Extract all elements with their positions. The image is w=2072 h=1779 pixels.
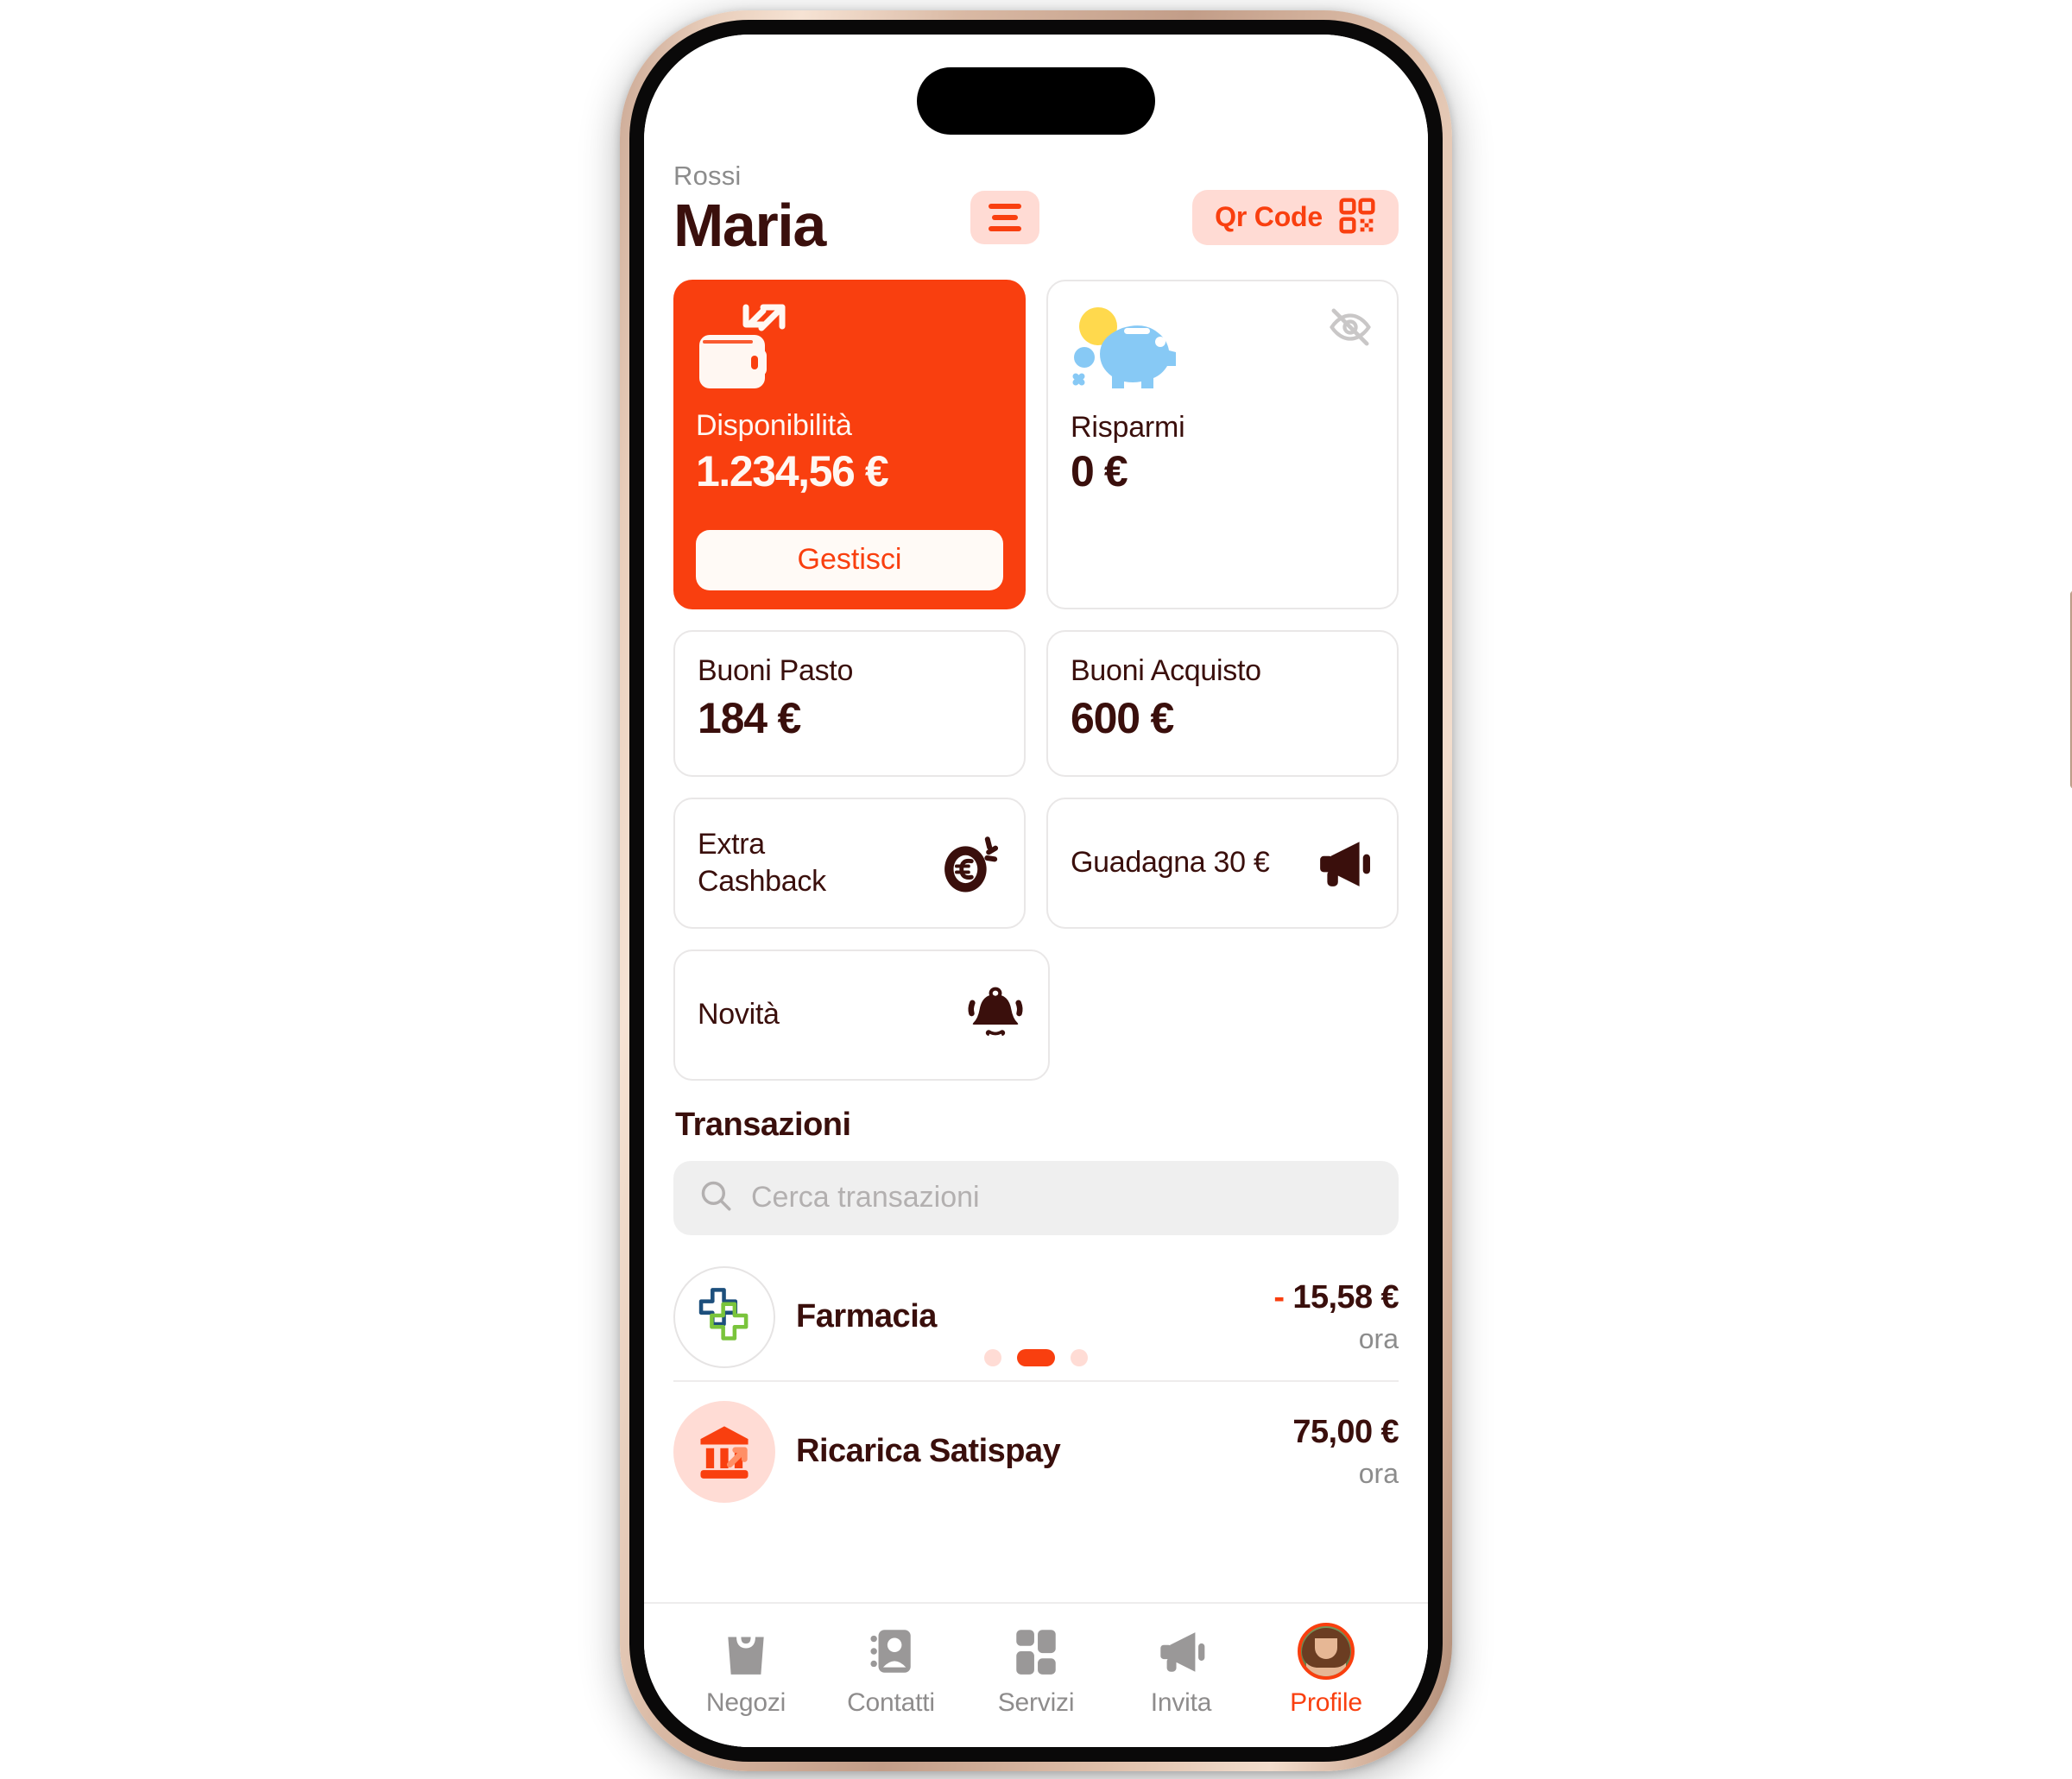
news-card[interactable]: Novità xyxy=(673,949,1050,1081)
page-dot-active[interactable] xyxy=(1017,1348,1055,1366)
page-indicator-dots[interactable] xyxy=(984,1348,1088,1366)
header-actions: Qr Code xyxy=(970,189,1399,245)
voucher-label: Buoni Pasto xyxy=(698,653,854,687)
earn-reward-card[interactable]: Guadagna 30 € xyxy=(1046,797,1399,929)
page-dot[interactable] xyxy=(984,1348,1001,1366)
user-avatar-icon xyxy=(1298,1623,1355,1680)
nav-item-servizi[interactable]: Servizi xyxy=(963,1623,1109,1718)
app-root: Rossi Maria Qr Code Disponibilità 1.234,… xyxy=(644,35,1428,1747)
bank-topup-icon xyxy=(673,1400,775,1503)
nav-label: Profile xyxy=(1290,1688,1362,1717)
news-label: Novità xyxy=(698,998,780,1031)
nav-label: Invita xyxy=(1150,1688,1212,1717)
savings-label: Risparmi xyxy=(1071,410,1185,444)
qr-code-label: Qr Code xyxy=(1215,201,1323,233)
header: Rossi Maria Qr Code xyxy=(673,161,1399,259)
avatar xyxy=(1298,1623,1355,1680)
earn-reward-label: Guadagna 30 € xyxy=(1071,846,1270,880)
grid-services-icon xyxy=(1011,1623,1061,1680)
news-row: Novità xyxy=(673,949,1399,1081)
nav-item-profile[interactable]: Profile xyxy=(1254,1623,1399,1718)
bell-ring-icon xyxy=(965,985,1026,1045)
nav-label: Servizi xyxy=(997,1688,1075,1717)
user-name-block: Rossi Maria xyxy=(673,161,826,259)
dynamic-island xyxy=(917,67,1155,135)
balance-card-wrapper: Disponibilità 1.234,56 € Gestisci xyxy=(673,279,1026,609)
nav-label: Contatti xyxy=(847,1688,935,1717)
transactions-title: Transazioni xyxy=(675,1106,851,1143)
balance-row: Disponibilità 1.234,56 € Gestisci Rispar… xyxy=(673,279,1399,609)
manage-label: Gestisci xyxy=(797,543,902,577)
search-transactions-field[interactable] xyxy=(673,1160,1399,1235)
voucher-card-shopping[interactable]: Buoni Acquisto 600 € xyxy=(1046,629,1399,777)
wallet-exchange-icon xyxy=(696,304,1003,406)
qr-code-button[interactable]: Qr Code xyxy=(1192,189,1399,245)
extra-cashback-card[interactable]: Extra Cashback xyxy=(673,797,1026,929)
phone-frame: Rossi Maria Qr Code Disponibilità 1.234,… xyxy=(620,10,2072,1771)
pharmacy-cross-icon xyxy=(673,1265,775,1368)
voucher-amount: 184 € xyxy=(698,693,801,742)
qr-code-icon xyxy=(1338,197,1376,237)
search-input[interactable] xyxy=(751,1181,1374,1215)
savings-amount: 0 € xyxy=(1071,446,1128,495)
scrollable-content[interactable]: Rossi Maria Qr Code Disponibilità 1.234,… xyxy=(644,35,1428,1602)
nav-item-invita[interactable]: Invita xyxy=(1109,1623,1254,1718)
page-dot[interactable] xyxy=(1071,1348,1088,1366)
phone-screen: Rossi Maria Qr Code Disponibilità 1.234,… xyxy=(644,35,1428,1747)
balance-amount: 1.234,56 € xyxy=(696,446,889,495)
balance-label: Disponibilità xyxy=(696,408,852,442)
transaction-name: Ricarica Satispay xyxy=(796,1433,1061,1470)
megaphone-icon xyxy=(1312,836,1374,890)
balance-card[interactable]: Disponibilità 1.234,56 € Gestisci xyxy=(673,279,1026,609)
megaphone-icon xyxy=(1154,1623,1208,1680)
transaction-values: 75,00 € ora xyxy=(1292,1414,1399,1490)
nav-label: Negozi xyxy=(705,1688,786,1717)
euro-coin-sparkle-icon xyxy=(938,831,1001,895)
table-row[interactable]: Farmacia - 15,58 € ora xyxy=(673,1247,1399,1382)
extra-cashback-label: Extra Cashback xyxy=(698,828,826,898)
menu-button[interactable] xyxy=(970,190,1039,244)
voucher-card-meal[interactable]: Buoni Pasto 184 € xyxy=(673,629,1026,777)
transaction-time: ora xyxy=(1358,1457,1399,1489)
phone-bezel: Rossi Maria Qr Code Disponibilità 1.234,… xyxy=(629,20,1443,1762)
transaction-time: ora xyxy=(1358,1322,1399,1354)
shopping-bag-icon xyxy=(721,1623,771,1680)
promo-row: Extra Cashback Guadagna 30 € xyxy=(673,797,1399,929)
nav-item-contatti[interactable]: Contatti xyxy=(818,1623,963,1718)
transaction-values: - 15,58 € ora xyxy=(1273,1279,1399,1355)
piggy-bank-icon xyxy=(1071,306,1374,407)
voucher-label: Buoni Acquisto xyxy=(1071,653,1261,687)
hamburger-menu-icon xyxy=(989,203,1021,231)
amount-sign: - xyxy=(1273,1278,1285,1315)
transaction-amount: - 15,58 € xyxy=(1273,1279,1399,1316)
savings-card[interactable]: Risparmi 0 € xyxy=(1046,279,1399,609)
amount-value: 15,58 € xyxy=(1292,1278,1399,1315)
savings-card-wrapper: Risparmi 0 € xyxy=(1046,279,1399,609)
vouchers-row: Buoni Pasto 184 € Buoni Acquisto 600 € xyxy=(673,629,1399,777)
transaction-amount: 75,00 € xyxy=(1292,1413,1399,1450)
user-firstname: Maria xyxy=(673,191,826,259)
contact-book-icon xyxy=(866,1623,916,1680)
transaction-name: Farmacia xyxy=(796,1298,937,1335)
table-row[interactable]: Ricarica Satispay 75,00 € ora xyxy=(673,1382,1399,1515)
bottom-navigation: Negozi Contatti Servizi Invita Profile xyxy=(644,1602,1428,1747)
nav-item-negozi[interactable]: Negozi xyxy=(673,1623,818,1718)
voucher-amount: 600 € xyxy=(1071,693,1174,742)
search-icon xyxy=(698,1177,734,1218)
user-surname: Rossi xyxy=(673,161,742,191)
manage-button[interactable]: Gestisci xyxy=(696,529,1003,590)
